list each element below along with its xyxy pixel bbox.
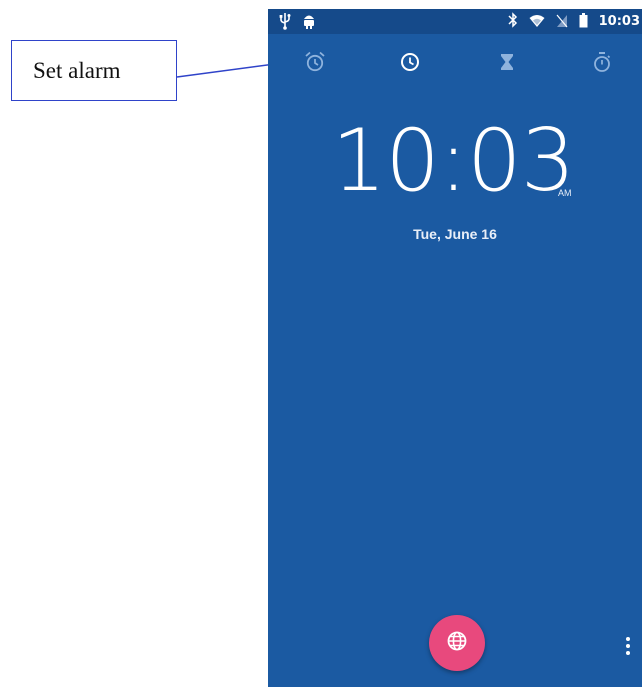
- wifi-icon: [529, 13, 545, 32]
- tab-stopwatch[interactable]: [584, 44, 620, 80]
- overflow-menu-button[interactable]: [618, 636, 638, 660]
- tab-alarm[interactable]: [297, 44, 333, 80]
- clock-icon: [399, 51, 421, 73]
- clock-ampm: AM: [558, 188, 572, 198]
- tab-timer[interactable]: [489, 44, 525, 80]
- hourglass-icon: [496, 51, 518, 73]
- stopwatch-icon: [591, 51, 613, 73]
- globe-icon: [446, 630, 468, 656]
- alarm-clock-icon: [304, 51, 326, 73]
- tab-clock[interactable]: [392, 44, 428, 80]
- no-sim-icon: [556, 13, 568, 32]
- clock-time: 10:03: [331, 111, 576, 211]
- more-vert-icon: [625, 636, 631, 660]
- world-clock-button[interactable]: [429, 615, 485, 671]
- bluetooth-icon: [508, 12, 518, 32]
- tab-bar: [268, 44, 642, 84]
- usb-icon: [278, 12, 292, 34]
- phone-screen: 10:03 10:03 AM Tue, June 16: [268, 9, 642, 687]
- clock-date: Tue, June 16: [413, 226, 497, 242]
- status-time: 10:03: [598, 14, 640, 29]
- status-bar: 10:03: [268, 9, 642, 34]
- battery-icon: [579, 12, 588, 32]
- android-debug-icon: [302, 12, 316, 34]
